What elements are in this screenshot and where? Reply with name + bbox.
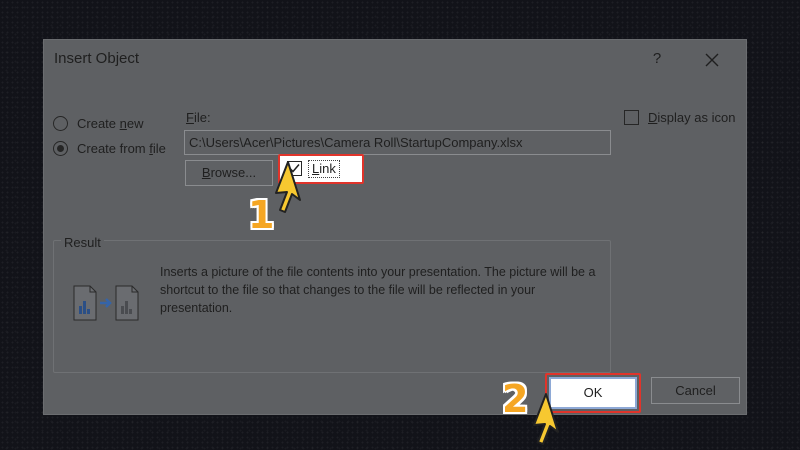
radio-circle-selected xyxy=(53,141,68,156)
pointer-cursor-icon xyxy=(530,392,566,450)
create-from-file-label: Create from file xyxy=(77,141,166,156)
browse-button[interactable]: Browse... xyxy=(185,160,273,186)
radio-circle xyxy=(53,116,68,131)
cancel-button[interactable]: Cancel xyxy=(651,377,740,404)
dialog-title: Insert Object xyxy=(54,50,140,67)
close-icon xyxy=(705,53,719,67)
pointer-cursor-icon xyxy=(272,160,308,221)
step-2-number: 2 xyxy=(502,377,529,421)
create-new-radio[interactable]: Create new xyxy=(53,116,144,131)
result-title: Result xyxy=(61,235,104,250)
close-button[interactable] xyxy=(700,48,724,72)
linked-file-icon xyxy=(72,284,142,329)
file-path-input[interactable]: C:\Users\Acer\Pictures\Camera Roll\Start… xyxy=(184,130,611,155)
step-1-number: 1 xyxy=(248,193,275,237)
display-as-icon-label[interactable]: Display as icon xyxy=(648,110,735,125)
display-as-icon-checkbox[interactable] xyxy=(624,110,639,125)
insert-object-dialog: Insert Object ? Create new Create from f… xyxy=(43,39,747,415)
help-button[interactable]: ? xyxy=(646,48,668,70)
result-description: Inserts a picture of the file contents i… xyxy=(160,265,596,315)
link-label[interactable]: Link xyxy=(308,160,340,178)
create-from-file-radio[interactable]: Create from file xyxy=(53,141,166,156)
file-label: File: xyxy=(186,110,211,125)
create-new-label: Create new xyxy=(77,116,144,131)
